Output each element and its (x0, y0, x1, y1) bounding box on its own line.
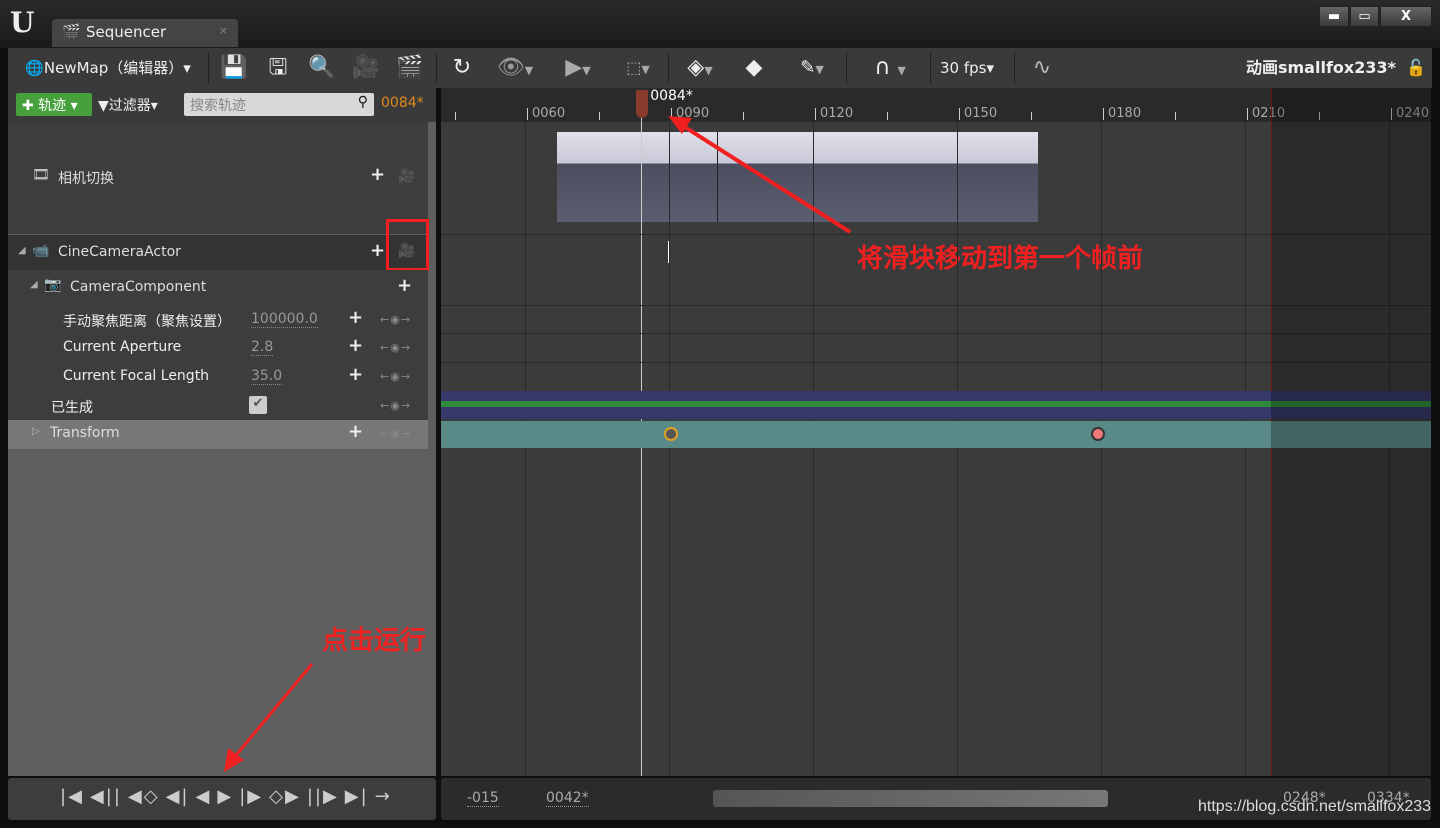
arrow-to-playhead (678, 122, 852, 234)
transport-controls: |◀ ◀|| ◀◇ ◀| ◀ ▶ |▶ ◇▶ ||▶ ▶| → (8, 778, 436, 820)
horizontal-scrollbar[interactable] (713, 790, 1108, 807)
transport-button[interactable]: ▶ (217, 786, 233, 807)
transport-button[interactable]: |◀ (60, 786, 84, 807)
view-start[interactable]: -015 (467, 790, 499, 807)
annotation-run: 点击运行 (322, 626, 427, 656)
transport-button[interactable]: ||▶ (307, 786, 339, 807)
transport-button[interactable]: ▶| (345, 786, 369, 807)
transport-button[interactable]: ◀◇ (128, 786, 160, 807)
transport-button[interactable]: ◇▶ (269, 786, 301, 807)
annotation-arrows (224, 116, 852, 772)
transport-button[interactable]: |▶ (239, 786, 263, 807)
transport-button[interactable]: ◀|| (90, 786, 122, 807)
transport-button[interactable]: → (375, 786, 392, 807)
arrow-to-play (230, 663, 314, 761)
transport-button[interactable]: ◀ (196, 786, 212, 807)
transport-button[interactable]: ◀| (166, 786, 190, 807)
watermark: https://blog.csdn.net/smallfox233 (1198, 798, 1432, 815)
working-in[interactable]: 0042* (546, 790, 589, 807)
